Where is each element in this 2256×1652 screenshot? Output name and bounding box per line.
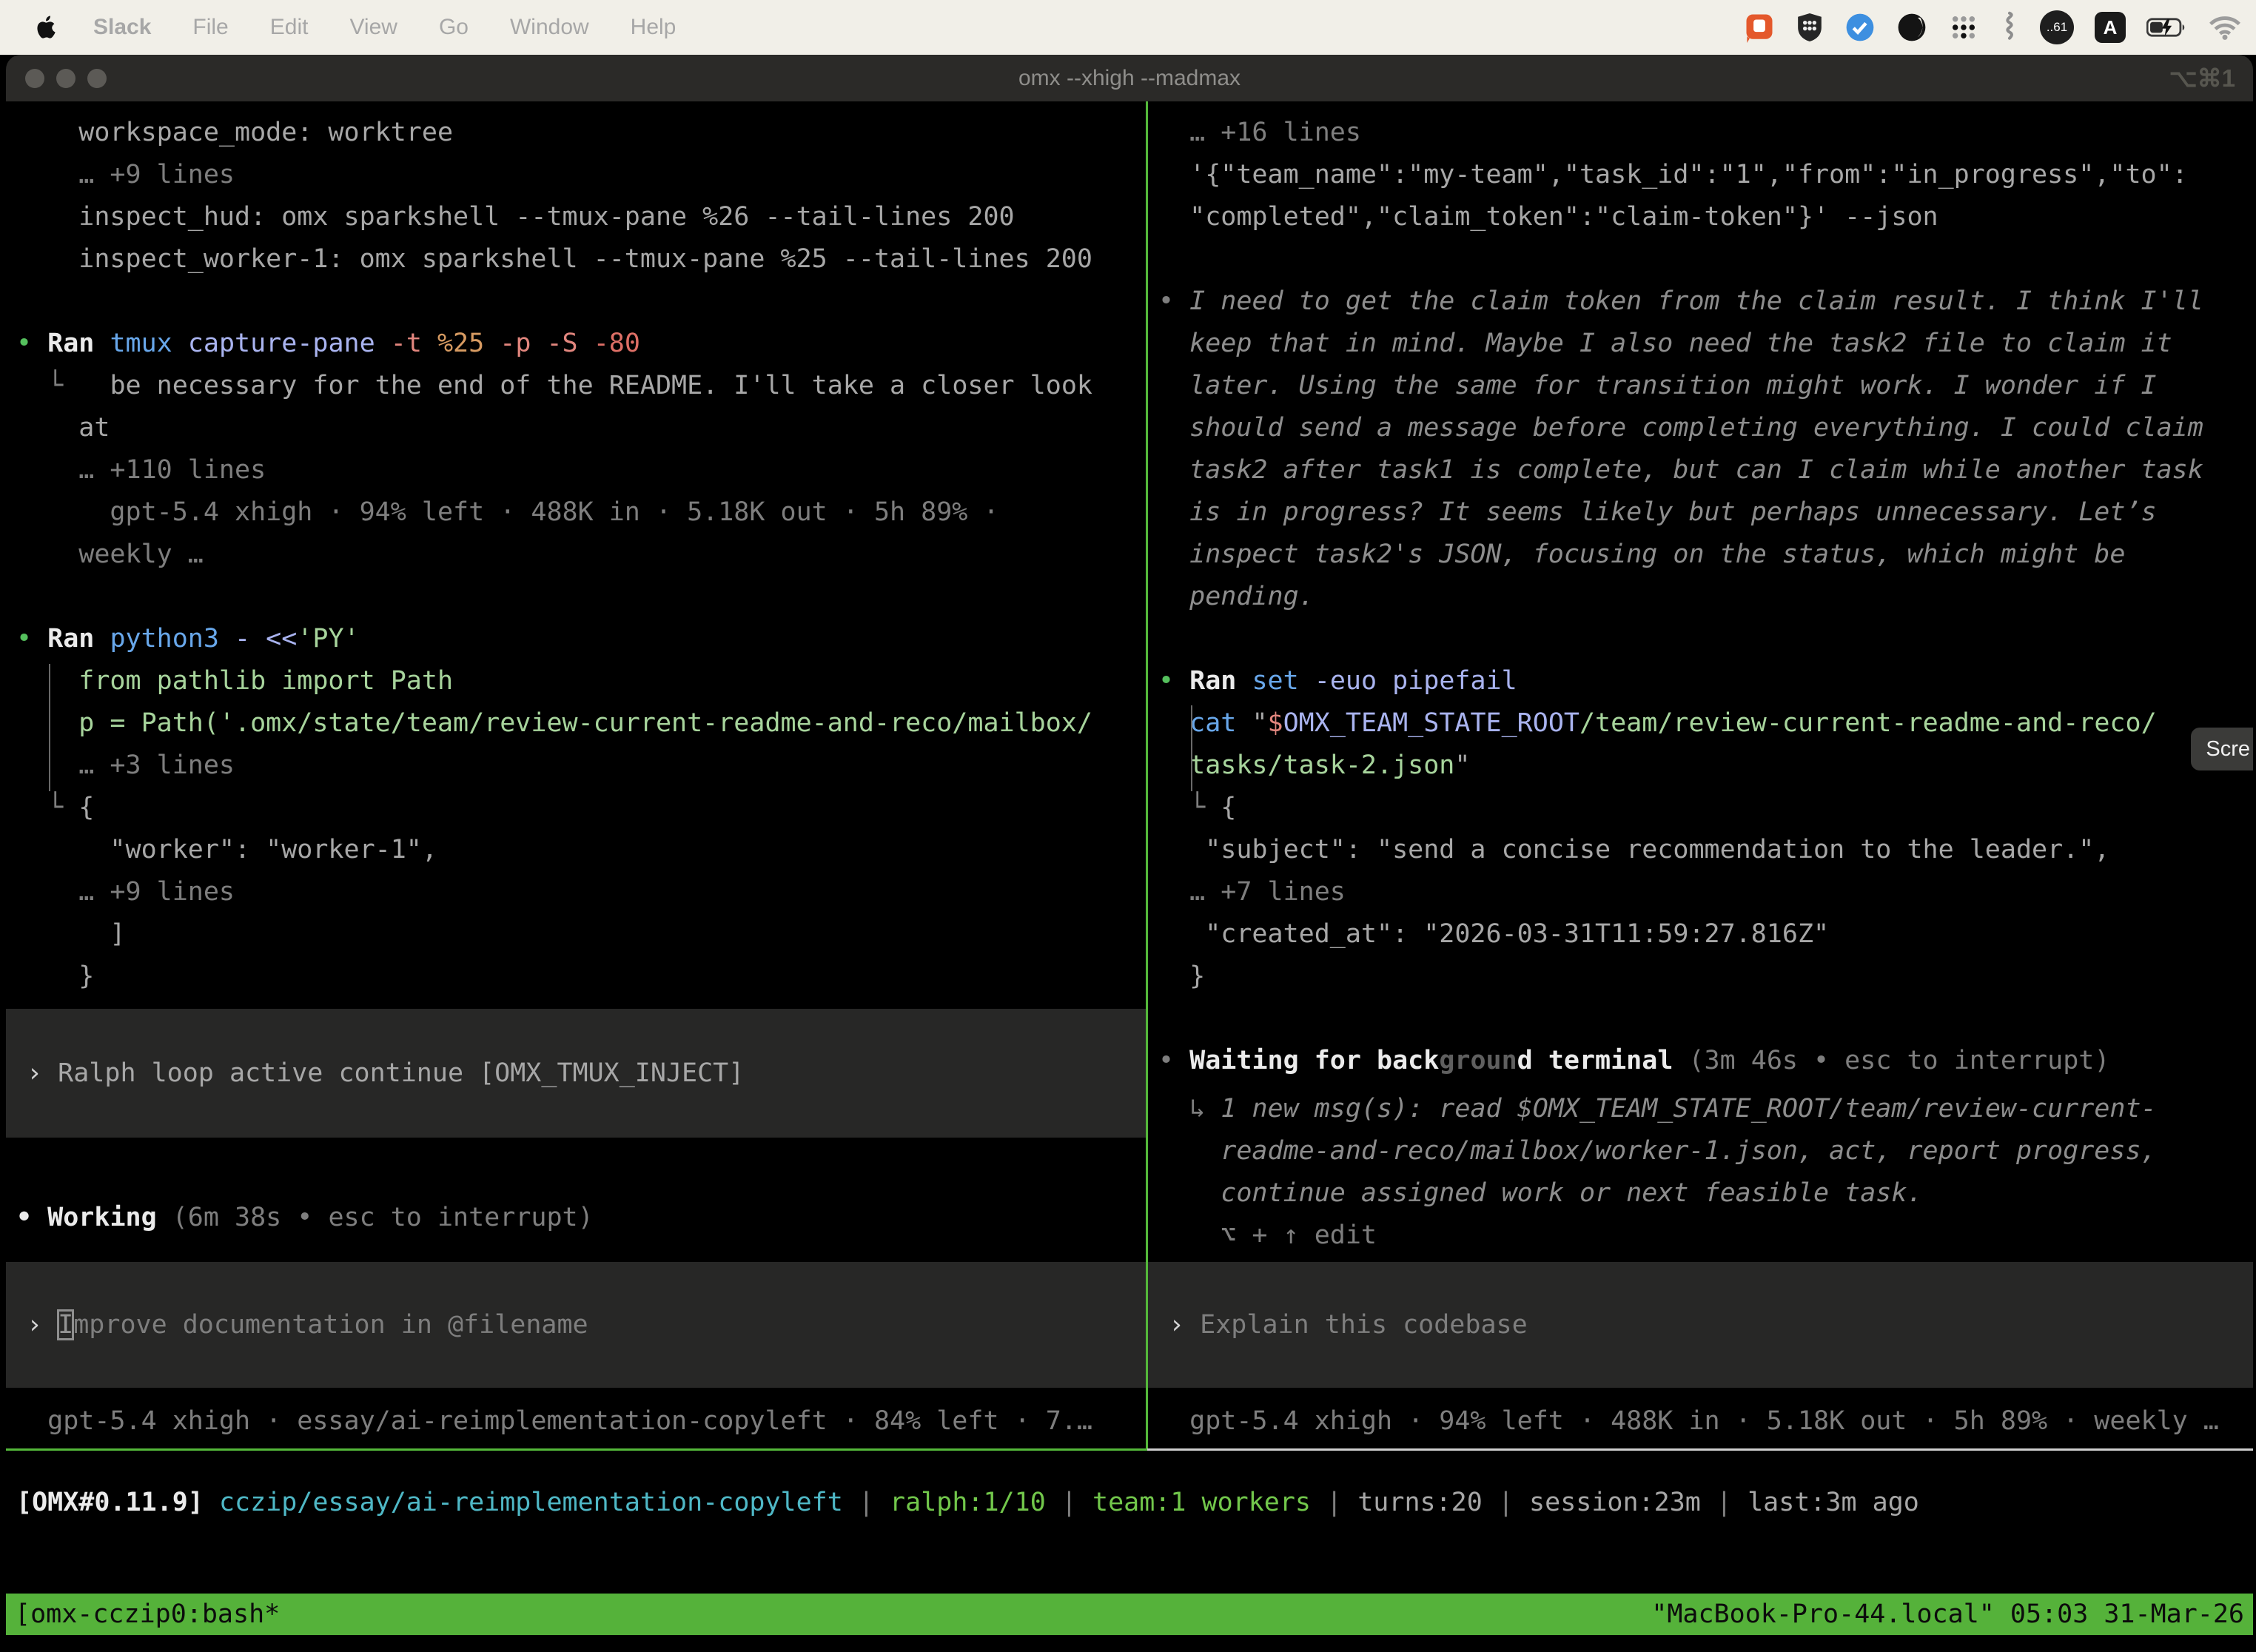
model-status-line: gpt-5.4 xhigh · 94% left · 488K in · 5.1… <box>1158 1400 2219 1443</box>
terminal-line: workspace_mode: worktree <box>16 112 1146 154</box>
menu-item[interactable]: Help <box>631 0 677 55</box>
indent-guide <box>1191 705 1192 791</box>
terminal-line: … +9 lines <box>16 871 1146 913</box>
input-source-icon[interactable]: A <box>2095 12 2126 43</box>
menu-item[interactable]: Go <box>439 0 469 55</box>
terminal-line: … +9 lines <box>16 154 1146 196</box>
terminal-line: tasks/task-2.json" <box>1158 745 2253 787</box>
terminal-line: at <box>16 407 1146 449</box>
indent-guide <box>49 664 50 791</box>
model-status-line: gpt-5.4 xhigh · essay/ai-reimplementatio… <box>16 1400 1092 1443</box>
terminal-line: … +3 lines <box>16 745 1146 787</box>
terminal-line: cat "$OMX_TEAM_STATE_ROOT/team/review-cu… <box>1158 702 2253 745</box>
menu-items: Slack File Edit View Go Window Help <box>93 0 676 55</box>
terminal-line: readme-and-reco/mailbox/worker-1.json, a… <box>1158 1130 2253 1172</box>
menu-item[interactable]: Window <box>510 0 589 55</box>
macos-menu-bar: Slack File Edit View Go Window Help ..61 A <box>0 0 2256 55</box>
terminal-line: • Ran tmux capture-pane -t %25 -p -S -80 <box>16 323 1146 365</box>
terminal-line: • Waiting for background terminal (3m 46… <box>1158 1040 2253 1082</box>
terminal-line: ↳ 1 new msg(s): read $OMX_TEAM_STATE_ROO… <box>1158 1088 2253 1130</box>
terminal-line: should send a message before completing … <box>1158 407 2253 449</box>
keypad-shield-icon[interactable] <box>1796 12 1824 43</box>
dots-grid-icon[interactable] <box>1948 12 1979 43</box>
terminal-line <box>1158 238 2253 281</box>
check-badge-icon[interactable] <box>1844 12 1876 43</box>
pie-chart-icon[interactable] <box>1896 12 1927 43</box>
terminal-line: • I need to get the claim token from the… <box>1158 281 2253 323</box>
prompt-explain-codebase[interactable]: › Explain this codebase <box>1148 1262 2253 1388</box>
right-terminal-pane[interactable]: … +16 lines '{"team_name":"my-team","tas… <box>1148 101 2253 1448</box>
terminal-area: workspace_mode: worktree … +9 lines insp… <box>6 101 2253 1448</box>
window-shortcut-hint: ⌥⌘1 <box>2169 64 2235 93</box>
working-status-line: • Working (6m 38s • esc to interrupt) <box>16 1197 1146 1239</box>
minimize-window-button[interactable] <box>56 69 75 88</box>
battery-icon[interactable] <box>2146 16 2188 38</box>
menu-item[interactable]: Slack <box>93 0 151 55</box>
terminal-line: … +110 lines <box>16 449 1146 491</box>
terminal-line: … +7 lines <box>1158 871 2253 913</box>
improve-docs-line: › Improve documentation in @filename <box>27 1304 588 1346</box>
omx-status-bar: [OMX#0.11.9] cczip/essay/ai-reimplementa… <box>6 1451 2253 1594</box>
terminal-line: task2 after task1 is complete, but can I… <box>1158 449 2253 491</box>
terminal-line: gpt-5.4 xhigh · 94% left · 488K in · 5.1… <box>16 491 1146 534</box>
right-pane-output: … +16 lines '{"team_name":"my-team","tas… <box>1158 112 2253 1257</box>
terminal-line: pending. <box>1158 576 2253 618</box>
terminal-line: p = Path('.omx/state/team/review-current… <box>16 702 1146 745</box>
terminal-line: continue assigned work or next feasible … <box>1158 1172 2253 1215</box>
terminal-line: └ { <box>16 787 1146 829</box>
terminal-line: } <box>16 956 1146 998</box>
apple-menu-icon[interactable] <box>34 13 59 42</box>
omx-status-line: [OMX#0.11.9] cczip/essay/ai-reimplementa… <box>16 1482 2253 1524</box>
terminal-line: later. Using the same for transition mig… <box>1158 365 2253 407</box>
prompt-ralph-loop[interactable]: › Ralph loop active continue [OMX_TMUX_I… <box>6 1009 1146 1138</box>
left-pane-model-status: gpt-5.4 xhigh · essay/ai-reimplementatio… <box>6 1400 1092 1443</box>
right-pane-model-status: gpt-5.4 xhigh · 94% left · 488K in · 5.1… <box>1148 1400 2219 1443</box>
prompt-improve-docs[interactable]: › Improve documentation in @filename <box>6 1262 1146 1388</box>
terminal-line: is in progress? It seems likely but perh… <box>1158 491 2253 534</box>
screen-overlay-tooltip: Scre <box>2191 728 2253 770</box>
close-window-button[interactable] <box>25 69 44 88</box>
tmux-host-clock-label: "MacBook-Pro-44.local" 05:03 31-Mar-26 <box>1651 1594 2244 1635</box>
menu-item[interactable]: Edit <box>270 0 309 55</box>
terminal-window: omx --xhigh --madmax ⌥⌘1 workspace_mode:… <box>6 55 2253 1652</box>
terminal-line: • Ran python3 - <<'PY' <box>16 618 1146 660</box>
terminal-line: inspect task2's JSON, focusing on the st… <box>1158 534 2253 576</box>
terminal-line <box>1158 998 2253 1040</box>
terminal-line <box>16 576 1146 618</box>
menu-item[interactable]: File <box>192 0 228 55</box>
ralph-loop-line: › Ralph loop active continue [OMX_TMUX_I… <box>27 1052 744 1095</box>
terminal-line: weekly … <box>16 534 1146 576</box>
terminal-line: inspect_worker-1: omx sparkshell --tmux-… <box>16 238 1146 281</box>
menu-item[interactable]: View <box>349 0 397 55</box>
terminal-line: "worker": "worker-1", <box>16 829 1146 871</box>
tmux-session-label: [omx-cczip0:bash* <box>15 1594 280 1635</box>
terminal-line: "completed","claim_token":"claim-token"}… <box>1158 196 2253 238</box>
cable-icon[interactable] <box>2000 11 2019 44</box>
terminal-line: from pathlib import Path <box>16 660 1146 702</box>
tmux-status-bar[interactable]: [omx-cczip0:bash* "MacBook-Pro-44.local"… <box>6 1594 2253 1635</box>
terminal-line: '{"team_name":"my-team","task_id":"1","f… <box>1158 154 2253 196</box>
terminal-line: … +16 lines <box>1158 112 2253 154</box>
left-terminal-pane[interactable]: workspace_mode: worktree … +9 lines insp… <box>6 101 1146 1448</box>
terminal-line: • Ran set -euo pipefail <box>1158 660 2253 702</box>
explain-codebase-line: › Explain this codebase <box>1169 1304 1528 1346</box>
countdown-badge-icon[interactable]: ..61 <box>2040 10 2074 44</box>
terminal-line <box>16 281 1146 323</box>
wifi-icon[interactable] <box>2209 15 2241 40</box>
left-pane-output: workspace_mode: worktree … +9 lines insp… <box>16 112 1146 998</box>
terminal-line: └ be necessary for the end of the README… <box>16 365 1146 407</box>
screen-record-icon[interactable] <box>1744 12 1775 43</box>
terminal-line: } <box>1158 956 2253 998</box>
terminal-line: "created_at": "2026-03-31T11:59:27.816Z" <box>1158 913 2253 956</box>
terminal-line: "subject": "send a concise recommendatio… <box>1158 829 2253 871</box>
terminal-line: keep that in mind. Maybe I also need the… <box>1158 323 2253 365</box>
window-title-bar[interactable]: omx --xhigh --madmax ⌥⌘1 <box>6 55 2253 101</box>
terminal-line: ] <box>16 913 1146 956</box>
terminal-line: inspect_hud: omx sparkshell --tmux-pane … <box>16 196 1146 238</box>
terminal-line: ⌥ + ↑ edit <box>1158 1215 2253 1257</box>
window-title: omx --xhigh --madmax <box>1018 66 1241 91</box>
zoom-window-button[interactable] <box>87 69 107 88</box>
terminal-line <box>1158 618 2253 660</box>
terminal-line: └ { <box>1158 787 2253 829</box>
